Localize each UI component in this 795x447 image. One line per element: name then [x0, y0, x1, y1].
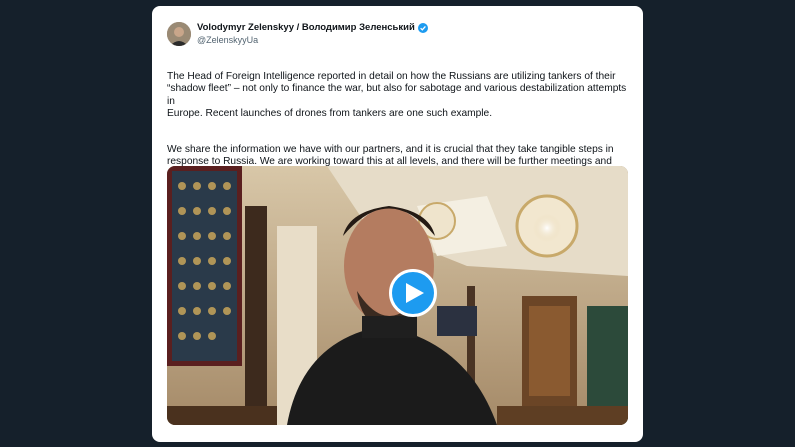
post-header: Volodymyr Zelenskyy / Володимир Зеленськ… [167, 18, 628, 50]
verified-badge-icon [417, 23, 428, 33]
post-card: Volodymyr Zelenskyy / Володимир Зеленськ… [152, 6, 643, 442]
author-handle[interactable]: @ZelenskyyUa [197, 34, 428, 46]
author-name[interactable]: Volodymyr Zelenskyy / Володимир Зеленськ… [197, 22, 415, 34]
avatar[interactable] [167, 22, 191, 46]
post-paragraph-1: The Head of Foreign Intelligence reporte… [167, 71, 627, 119]
video-player[interactable] [167, 166, 628, 425]
play-button[interactable] [389, 269, 437, 317]
play-icon [406, 283, 424, 303]
